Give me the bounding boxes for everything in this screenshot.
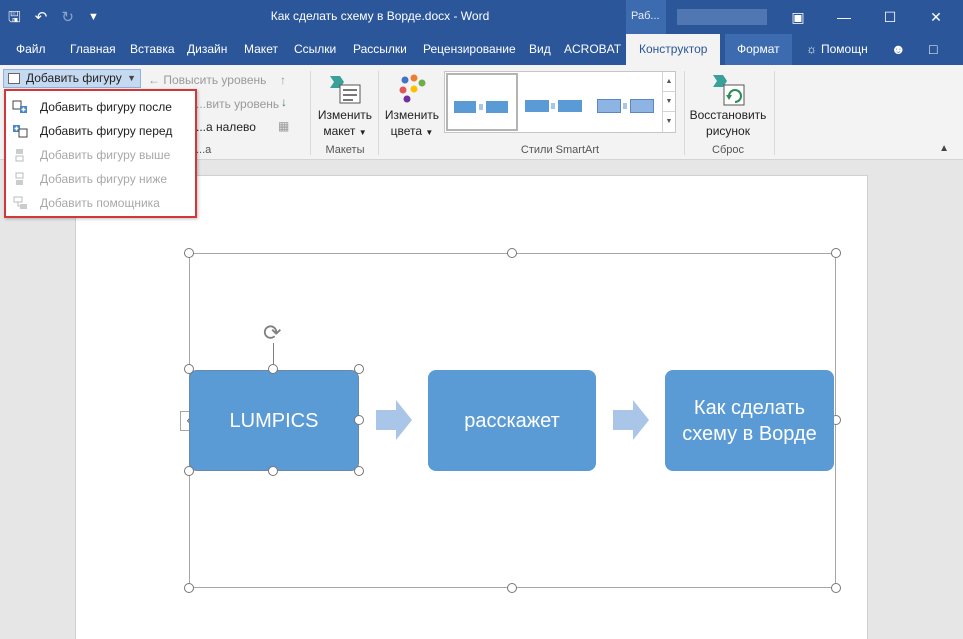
layouts-group-label: Макеты	[325, 144, 365, 156]
gallery-up-icon[interactable]: ▲	[663, 72, 675, 92]
comments-icon[interactable]: □	[929, 34, 937, 65]
menu-add-shape-below[interactable]: Добавить фигуру ниже	[6, 167, 195, 191]
tab-view[interactable]: Вид	[529, 34, 551, 65]
smartart-styles-gallery[interactable]: ▲ ▼ ▼	[444, 71, 676, 133]
add-shape-button[interactable]: Добавить фигуру ▼	[3, 69, 141, 88]
node-handle-tr[interactable]	[354, 364, 364, 374]
change-layout-icon	[330, 76, 361, 104]
add-below-icon	[15, 172, 24, 185]
style-option-3[interactable]	[593, 73, 663, 131]
menu-add-shape-before[interactable]: Добавить фигуру перед	[6, 119, 195, 143]
promote-button[interactable]: ← Повысить уровень	[148, 73, 266, 87]
node-handle-br[interactable]	[354, 466, 364, 476]
arrow-left-icon: ←	[148, 73, 160, 87]
node-handle-bl[interactable]	[184, 466, 194, 476]
right-to-left-button[interactable]: ...а налево	[196, 120, 256, 134]
node-2-text: расскажет	[464, 409, 560, 432]
reset-graphic-icon	[713, 75, 745, 106]
node-handle-tl[interactable]	[184, 364, 194, 374]
frame-handle-bl[interactable]	[184, 583, 194, 593]
demote-button[interactable]: ...вить уровень	[196, 97, 279, 111]
smartart-node-3[interactable]: Как сделать схему в Ворде	[665, 370, 834, 471]
tab-smartart-design[interactable]: Конструктор	[626, 34, 721, 65]
smartart-styles-group-label: Стили SmartArt	[520, 144, 600, 156]
frame-handle-br[interactable]	[831, 583, 841, 593]
node-1-text: LUMPICS	[229, 409, 319, 432]
group-separator	[310, 71, 311, 155]
change-colors-button[interactable]: Изменить цвета ▼	[383, 107, 441, 141]
group-separator	[684, 71, 685, 155]
change-layout-button[interactable]: Изменить макет ▼	[316, 107, 374, 141]
gallery-scroll[interactable]: ▲ ▼ ▼	[662, 72, 675, 132]
node-handle-b[interactable]	[268, 466, 278, 476]
smartart-node-2[interactable]: расскажет	[428, 370, 596, 471]
ribbon-display-icon[interactable]: ▣	[775, 0, 821, 34]
layout-tree-icon[interactable]: ▦	[278, 119, 289, 133]
tab-insert[interactable]: Вставка	[130, 34, 175, 65]
frame-handle-tl[interactable]	[184, 248, 194, 258]
add-above-icon	[15, 149, 24, 162]
maximize-icon[interactable]: ☐	[867, 0, 913, 34]
tab-format[interactable]: Формат	[725, 34, 792, 65]
connector-arrow-1	[376, 400, 412, 440]
connector-arrow-2	[613, 400, 649, 440]
node-3-text: Как сделать схему в Ворде	[682, 396, 817, 445]
frame-handle-tr[interactable]	[831, 248, 841, 258]
title-bar: 🖫 ↶ ↻ ▼ Как сделать схему в Ворде.docx -…	[0, 0, 963, 34]
tab-review[interactable]: Рецензирование	[423, 34, 516, 65]
tell-me-label[interactable]: Помощн	[821, 34, 868, 65]
gallery-down-icon[interactable]: ▼	[663, 92, 675, 112]
context-tab-tag: Раб...	[626, 0, 666, 34]
menu-add-shape-after[interactable]: Добавить фигуру после	[6, 95, 195, 119]
tab-home[interactable]: Главная	[70, 34, 116, 65]
menu-add-assistant[interactable]: Добавить помощника	[6, 191, 195, 215]
tab-layout[interactable]: Макет	[244, 34, 278, 65]
ribbon-tabs: Файл Главная Вставка Дизайн Макет Ссылки…	[0, 34, 963, 65]
share-user-icon[interactable]: ☻	[891, 34, 906, 65]
minimize-icon[interactable]: —	[821, 0, 867, 34]
rotate-handle-icon[interactable]: ⟳	[263, 322, 281, 344]
move-up-icon[interactable]: ↑	[280, 73, 286, 87]
reset-group-label: Сброс	[712, 144, 744, 156]
move-down-icon[interactable]: ↓	[281, 95, 287, 109]
add-shape-label: Добавить фигуру	[26, 71, 122, 85]
tab-design[interactable]: Дизайн	[187, 34, 227, 65]
collapse-ribbon-icon[interactable]: ▲	[939, 143, 949, 154]
tab-acrobat[interactable]: ACROBAT	[564, 34, 621, 65]
gallery-more-icon[interactable]: ▼	[663, 112, 675, 132]
group-separator	[774, 71, 775, 155]
reset-graphic-button[interactable]: Восстановить рисунок	[688, 107, 768, 139]
chevron-down-icon: ▼	[127, 73, 136, 83]
add-before-icon	[13, 125, 28, 138]
palette-icon	[399, 74, 426, 103]
add-shape-icon	[8, 73, 20, 84]
group-separator	[378, 71, 379, 155]
frame-handle-t[interactable]	[507, 248, 517, 258]
close-icon[interactable]: ✕	[913, 0, 959, 34]
add-assistant-icon	[13, 196, 27, 209]
create-graphic-group-label: ...а	[196, 144, 212, 156]
lightbulb-icon: ☼	[806, 42, 817, 56]
tab-references[interactable]: Ссылки	[294, 34, 336, 65]
style-option-2[interactable]	[521, 73, 591, 131]
node-handle-t[interactable]	[268, 364, 278, 374]
tab-mailings[interactable]: Рассылки	[353, 34, 407, 65]
blurred-account	[677, 9, 767, 25]
frame-handle-b[interactable]	[507, 583, 517, 593]
node-handle-r[interactable]	[354, 415, 364, 425]
smartart-node-1[interactable]: LUMPICS	[189, 370, 359, 471]
style-option-1[interactable]	[446, 73, 518, 131]
tab-file[interactable]: Файл	[16, 34, 46, 65]
add-shape-dropdown: Добавить фигуру после Добавить фигуру пе…	[4, 89, 197, 218]
menu-add-shape-above[interactable]: Добавить фигуру выше	[6, 143, 195, 167]
add-after-icon	[12, 100, 27, 113]
